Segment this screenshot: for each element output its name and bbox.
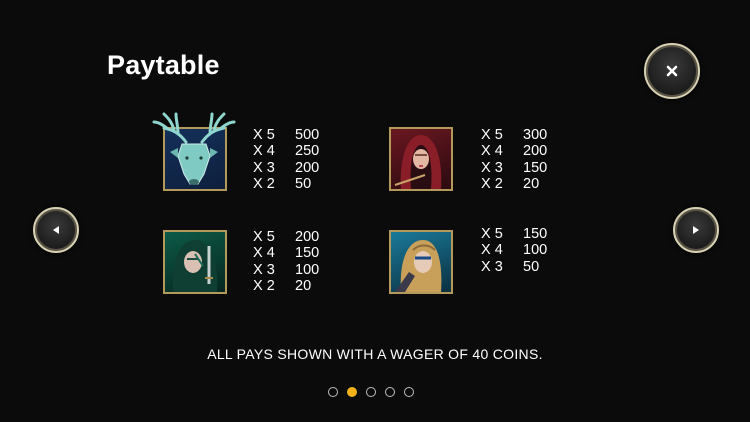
pay-row: X 5 150 bbox=[481, 226, 547, 242]
page-indicator bbox=[328, 387, 414, 397]
pay-value: 150 bbox=[295, 245, 320, 262]
pay-multiplier: X 3 bbox=[481, 159, 503, 176]
pay-value: 500 bbox=[295, 127, 320, 143]
page-dot-1[interactable] bbox=[328, 387, 338, 397]
page-title: Paytable bbox=[107, 50, 220, 80]
page-dot-5[interactable] bbox=[404, 387, 414, 397]
chevron-left-icon bbox=[53, 226, 59, 234]
pay-value: 200 bbox=[523, 143, 548, 160]
blue-warrior-pay-table: X 5 150 X 4 100 X 3 50 bbox=[481, 226, 547, 275]
pay-row: X 4 250 bbox=[253, 143, 319, 159]
stag-pay-table: X 5 500 X 4 250 X 3 200 X 2 50 bbox=[253, 127, 319, 192]
pay-multiplier: X 4 bbox=[481, 242, 503, 259]
hooded-archer-icon bbox=[394, 135, 442, 189]
pay-row: X 5 200 bbox=[253, 229, 319, 245]
pay-value: 50 bbox=[295, 175, 312, 192]
page-dot-2-active[interactable] bbox=[347, 387, 357, 397]
pay-value: 100 bbox=[523, 242, 548, 259]
pay-value: 150 bbox=[523, 226, 548, 242]
pay-row: X 3 150 bbox=[481, 160, 547, 176]
pay-row: X 2 20 bbox=[481, 176, 547, 192]
previous-page-button[interactable] bbox=[33, 207, 79, 253]
close-button[interactable] bbox=[644, 43, 700, 99]
pay-value: 200 bbox=[295, 159, 320, 176]
pay-value: 20 bbox=[523, 175, 540, 192]
blue-warrior-icon bbox=[395, 240, 442, 292]
pay-row: X 3 200 bbox=[253, 160, 319, 176]
stag-icon bbox=[152, 112, 236, 185]
pay-multiplier: X 5 bbox=[253, 229, 275, 245]
pay-multiplier: X 3 bbox=[481, 258, 503, 275]
pay-value: 50 bbox=[523, 258, 540, 275]
hooded-archer-symbol bbox=[389, 127, 453, 191]
pay-multiplier: X 5 bbox=[481, 127, 503, 143]
pay-row: X 5 500 bbox=[253, 127, 319, 143]
pay-row: X 4 100 bbox=[481, 242, 547, 258]
pay-multiplier: X 2 bbox=[253, 277, 275, 294]
pay-value: 200 bbox=[295, 229, 320, 245]
page-dot-3[interactable] bbox=[366, 387, 376, 397]
pay-multiplier: X 5 bbox=[481, 226, 503, 242]
pay-row: X 2 20 bbox=[253, 278, 319, 294]
green-warrior-icon bbox=[172, 240, 218, 292]
pay-multiplier: X 2 bbox=[481, 175, 503, 192]
pay-multiplier: X 5 bbox=[253, 127, 275, 143]
green-warrior-pay-table: X 5 200 X 4 150 X 3 100 X 2 20 bbox=[253, 229, 319, 294]
next-page-button[interactable] bbox=[673, 207, 719, 253]
pay-multiplier: X 4 bbox=[253, 245, 275, 262]
chevron-right-icon bbox=[693, 226, 699, 234]
pay-row: X 4 200 bbox=[481, 143, 547, 159]
green-warrior-symbol bbox=[163, 230, 227, 294]
pay-row: X 5 300 bbox=[481, 127, 547, 143]
pay-multiplier: X 2 bbox=[253, 175, 275, 192]
pay-multiplier: X 3 bbox=[253, 261, 275, 278]
pay-value: 150 bbox=[523, 159, 548, 176]
pay-multiplier: X 4 bbox=[253, 143, 275, 160]
pay-value: 250 bbox=[295, 143, 320, 160]
page-dot-4[interactable] bbox=[385, 387, 395, 397]
pay-multiplier: X 4 bbox=[481, 143, 503, 160]
hooded-archer-pay-table: X 5 300 X 4 200 X 3 150 X 2 20 bbox=[481, 127, 547, 192]
pay-value: 20 bbox=[295, 277, 312, 294]
pay-value: 100 bbox=[295, 261, 320, 278]
pay-row: X 4 150 bbox=[253, 245, 319, 261]
blue-warrior-symbol bbox=[389, 230, 453, 294]
pay-multiplier: X 3 bbox=[253, 159, 275, 176]
close-icon bbox=[666, 65, 678, 77]
wager-note: ALL PAYS SHOWN WITH A WAGER OF 40 COINS. bbox=[207, 346, 543, 362]
pay-row: X 2 50 bbox=[253, 176, 319, 192]
pay-row: X 3 50 bbox=[481, 259, 547, 275]
pay-row: X 3 100 bbox=[253, 262, 319, 278]
pay-value: 300 bbox=[523, 127, 548, 143]
